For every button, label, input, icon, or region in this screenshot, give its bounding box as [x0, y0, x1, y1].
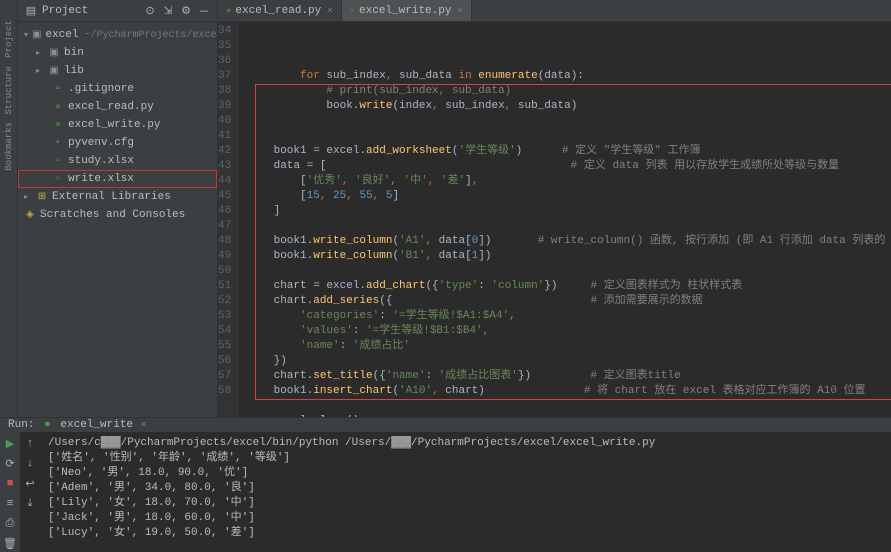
rail-structure[interactable]: Structure: [4, 66, 14, 115]
python-icon: ●: [52, 102, 64, 113]
tree-item-label: Scratches and Consoles: [40, 209, 185, 221]
rerun-icon[interactable]: ▶: [2, 436, 18, 452]
console-output[interactable]: /Users/c▓▓▓/PycharmProjects/excel/bin/py…: [40, 432, 891, 552]
gear-icon[interactable]: ⚙: [179, 4, 193, 18]
file-icon: ▫: [52, 84, 64, 95]
chevron-down-icon[interactable]: ▾: [24, 30, 28, 40]
project-tree: ▾ ▣ excel ~/PycharmProjects/excel ▸ ▣ bi…: [18, 22, 217, 228]
tree-root-path: ~/PycharmProjects/excel: [84, 30, 222, 41]
line-gutter: 3435363738394041424344454647484950515253…: [218, 22, 239, 417]
rail-project[interactable]: Project: [4, 20, 14, 58]
tree-scratches[interactable]: ◈ Scratches and Consoles: [18, 206, 217, 224]
chevron-right-icon[interactable]: ▸: [36, 66, 44, 76]
code-editor[interactable]: 3435363738394041424344454647484950515253…: [218, 22, 891, 417]
code-content[interactable]: for sub_index, sub_data in enumerate(dat…: [239, 22, 891, 417]
folder-icon: ▣: [48, 65, 60, 77]
xlsx-icon: ▫: [52, 156, 64, 167]
layout-icon[interactable]: ≡: [2, 496, 18, 512]
run-title: Run:: [8, 419, 34, 431]
tree-item-label: pyvenv.cfg: [68, 137, 134, 149]
rail-bookmarks[interactable]: Bookmarks: [4, 122, 14, 171]
soft-wrap-icon[interactable]: ↩: [22, 476, 38, 492]
editor-area: ● excel_read.py × ● excel_write.py × 343…: [218, 0, 891, 417]
delete-icon[interactable]: 🗑: [2, 536, 18, 552]
tree-item-gitignore[interactable]: ▫ .gitignore: [18, 80, 217, 98]
python-icon: ●: [350, 6, 355, 16]
folder-icon: ▣: [32, 29, 41, 41]
tab-excel-read[interactable]: ● excel_read.py ×: [218, 0, 342, 21]
tree-item-label: study.xlsx: [68, 155, 134, 167]
project-view-icon[interactable]: ▤: [24, 4, 38, 18]
stop-icon[interactable]: ■: [2, 476, 18, 492]
print-icon[interactable]: ⎙: [2, 516, 18, 532]
python-icon: ●: [40, 418, 54, 432]
tree-root[interactable]: ▾ ▣ excel ~/PycharmProjects/excel: [18, 26, 217, 44]
tab-label: excel_read.py: [235, 5, 321, 17]
tree-item-label: bin: [64, 47, 84, 59]
tree-item-excel-read[interactable]: ● excel_read.py: [18, 98, 217, 116]
chevron-right-icon[interactable]: ▸: [36, 48, 44, 58]
close-icon[interactable]: ×: [457, 6, 462, 16]
tree-external-libraries[interactable]: ▸ ⊞ External Libraries: [18, 188, 217, 206]
select-opened-icon[interactable]: ⊙: [143, 4, 157, 18]
hide-icon[interactable]: －: [197, 4, 211, 18]
tab-excel-write[interactable]: ● excel_write.py ×: [342, 0, 472, 21]
run-config-name[interactable]: excel_write: [60, 419, 133, 431]
up-icon[interactable]: ↑: [22, 436, 38, 452]
tree-item-study-xlsx[interactable]: ▫ study.xlsx: [18, 152, 217, 170]
left-tool-rail: Project Structure Bookmarks: [0, 0, 18, 417]
tree-item-label: excel_read.py: [68, 101, 154, 113]
tree-item-label: write.xlsx: [68, 173, 134, 185]
tree-item-label: External Libraries: [52, 191, 171, 203]
run-toolbar-2: ↑ ↓ ↩ ⤓: [20, 432, 40, 552]
project-title: Project: [42, 5, 139, 17]
expand-all-icon[interactable]: ⇲: [161, 4, 175, 18]
scroll-end-icon[interactable]: ⤓: [22, 496, 38, 512]
folder-icon: ▣: [48, 47, 60, 59]
tree-item-label: .gitignore: [68, 83, 134, 95]
tree-item-excel-write[interactable]: ● excel_write.py: [18, 116, 217, 134]
close-icon[interactable]: ×: [327, 6, 332, 16]
tab-label: excel_write.py: [359, 5, 451, 17]
project-panel: ▤ Project ⊙ ⇲ ⚙ － ▾ ▣ excel ~/PycharmPro…: [18, 0, 218, 417]
run-header: Run: ● excel_write ×: [0, 418, 891, 432]
scratch-icon: ◈: [24, 209, 36, 221]
run-toolbar: ▶ ⟳ ■ ≡ ⎙ 🗑: [0, 432, 20, 552]
tree-item-write-xlsx[interactable]: ▫ write.xlsx: [18, 170, 217, 188]
project-header: ▤ Project ⊙ ⇲ ⚙ －: [18, 0, 217, 22]
close-icon[interactable]: ×: [141, 420, 146, 430]
python-icon: ●: [52, 120, 64, 131]
down-icon[interactable]: ↓: [22, 456, 38, 472]
chevron-right-icon[interactable]: ▸: [24, 192, 32, 202]
run-panel: Run: ● excel_write × ▶ ⟳ ■ ≡ ⎙ 🗑 ↑ ↓ ↩ ⤓…: [0, 417, 891, 547]
tree-item-bin[interactable]: ▸ ▣ bin: [18, 44, 217, 62]
editor-tabs: ● excel_read.py × ● excel_write.py ×: [218, 0, 891, 22]
tree-item-label: lib: [64, 65, 84, 77]
tree-item-label: excel_write.py: [68, 119, 160, 131]
tree-item-lib[interactable]: ▸ ▣ lib: [18, 62, 217, 80]
run-debug-icon[interactable]: ⟳: [2, 456, 18, 472]
python-icon: ●: [226, 6, 231, 16]
library-icon: ⊞: [36, 191, 48, 203]
file-icon: ▫: [52, 138, 64, 149]
tree-item-pyvenv[interactable]: ▫ pyvenv.cfg: [18, 134, 217, 152]
tree-root-label: excel: [45, 29, 78, 41]
xlsx-icon: ▫: [52, 174, 64, 185]
